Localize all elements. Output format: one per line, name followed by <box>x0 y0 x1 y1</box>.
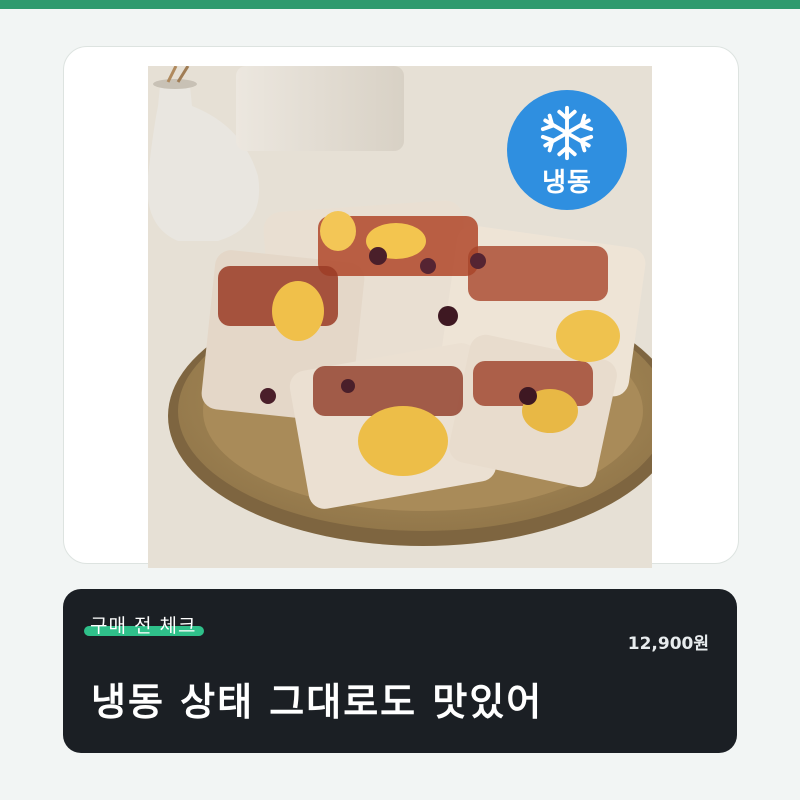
frozen-label: 냉동 <box>542 168 592 198</box>
tag-text: 구매 전 체크 <box>90 615 197 637</box>
product-price: 12,900원 <box>627 634 709 654</box>
pre-purchase-tag: 구매 전 체크 <box>84 611 205 638</box>
product-headline: 냉동 상태 그대로도 맛있어 <box>91 680 544 724</box>
snowflake-icon <box>540 105 594 161</box>
frozen-badge: 냉동 <box>507 90 627 210</box>
product-info-panel: 구매 전 체크 12,900원 냉동 상태 그대로도 맛있어 <box>63 589 737 753</box>
top-accent-bar <box>0 0 800 9</box>
